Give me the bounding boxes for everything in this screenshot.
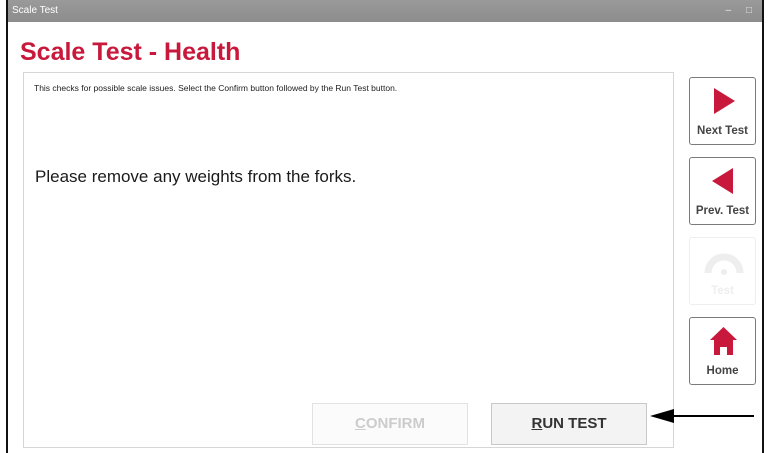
content-panel: This checks for possible scale issues. S…	[23, 72, 674, 448]
run-test-button[interactable]: RUN TEST	[491, 403, 647, 445]
maximize-button[interactable]: □	[746, 5, 752, 16]
next-test-label: Next Test	[697, 125, 748, 137]
page-title: Scale Test - Health	[20, 38, 241, 66]
minimize-button[interactable]: –	[726, 5, 732, 16]
play-right-icon	[690, 86, 755, 116]
disabled-action-button[interactable]: Test	[689, 237, 756, 305]
window-controls: – □	[714, 0, 752, 22]
run-test-button-label: UN TEST	[542, 415, 607, 432]
title-bar: Scale Test – □	[8, 0, 762, 22]
home-icon	[690, 326, 755, 356]
next-test-button[interactable]: Next Test	[689, 77, 756, 145]
play-left-icon	[690, 166, 755, 196]
pointer-arrow-icon	[650, 409, 754, 423]
run-test-button-accelerator: R	[531, 415, 543, 432]
prev-test-label: Prev. Test	[695, 205, 750, 217]
disabled-action-label: Test	[711, 285, 734, 297]
home-button[interactable]: Home	[689, 317, 756, 385]
window-title: Scale Test	[12, 5, 58, 16]
scale-test-window: Scale Test – □ Scale Test - Health This …	[6, 0, 764, 453]
home-label: Home	[706, 365, 739, 377]
confirm-button-label: ONFIRM	[365, 415, 425, 432]
gauge-icon	[690, 246, 755, 276]
status-message: Please remove any weights from the forks…	[35, 167, 357, 186]
instructions-text: This checks for possible scale issues. S…	[34, 83, 398, 93]
prev-test-button[interactable]: Prev. Test	[689, 157, 756, 225]
confirm-button-accelerator: C	[354, 415, 366, 432]
confirm-button[interactable]: CONFIRM	[312, 403, 468, 445]
